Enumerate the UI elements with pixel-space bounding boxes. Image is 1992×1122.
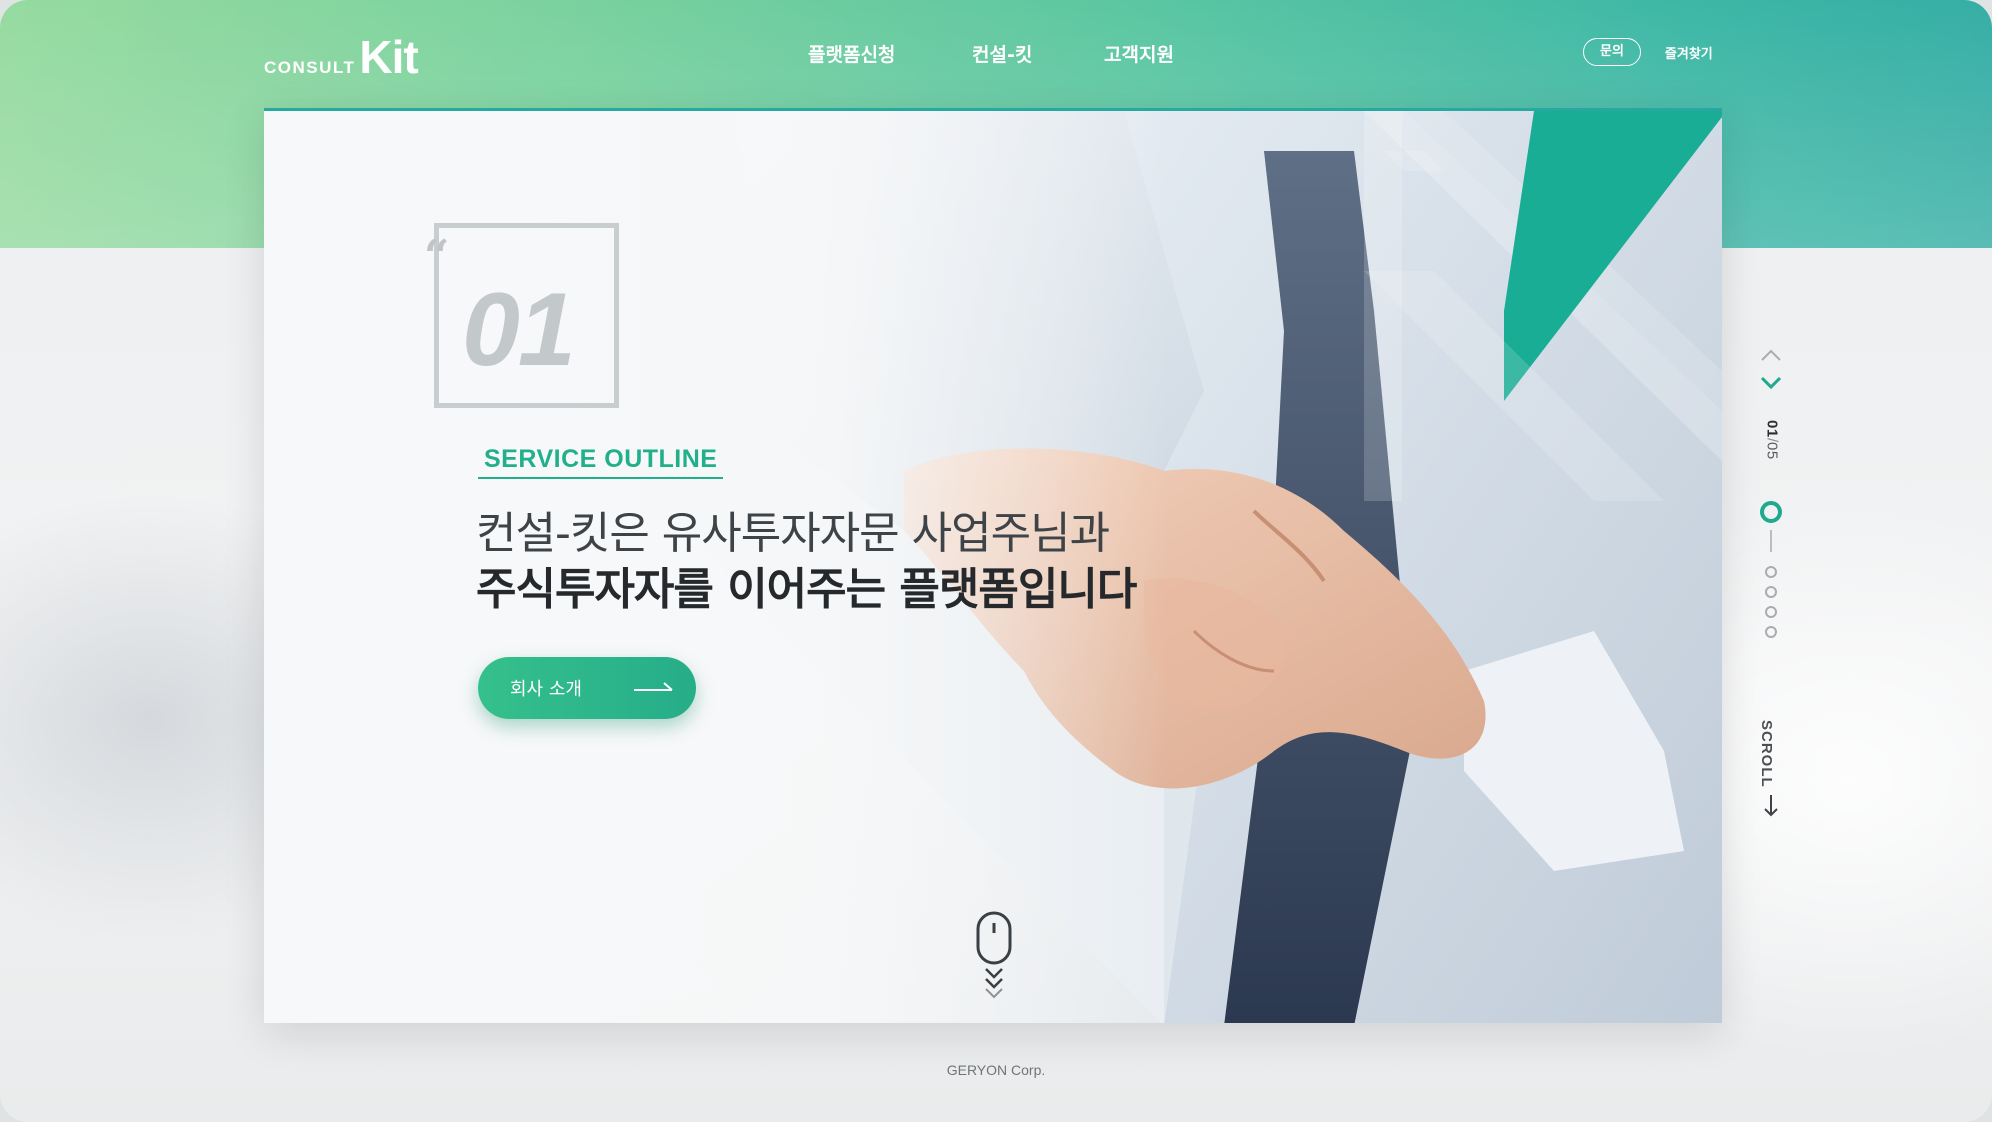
pagination-dot[interactable] xyxy=(1765,626,1777,638)
long-arrow-right-icon xyxy=(634,682,673,691)
page: CONSULT Kit 플랫폼신청 컨설-킷 고객지원 문의 즐겨찾기 “ 01… xyxy=(0,0,1992,1122)
chevron-up-icon[interactable] xyxy=(1760,348,1782,362)
company-intro-button[interactable]: 회사 소개 xyxy=(478,657,696,719)
utility-links: 문의 즐겨찾기 xyxy=(1583,38,1713,66)
scroll-label: SCROLL xyxy=(1758,720,1775,788)
service-outline-label: SERVICE OUTLINE xyxy=(478,445,724,479)
slide-counter: 01 / 05 xyxy=(1757,410,1787,470)
company-intro-label: 회사 소개 xyxy=(510,679,582,700)
arrow-down-icon xyxy=(1764,795,1778,817)
chevron-down-icon[interactable] xyxy=(1760,375,1782,391)
nav-item-customer-support[interactable]: 고객지원 xyxy=(1104,40,1174,67)
nav-item-consult-kit[interactable]: 컨설-킷 xyxy=(972,40,1032,67)
quote-icon: “ xyxy=(424,231,450,282)
logo[interactable]: CONSULT Kit xyxy=(264,30,419,83)
mouse-scroll-icon[interactable] xyxy=(974,911,1014,1001)
logo-text-small: CONSULT xyxy=(264,58,356,77)
nav-item-platform-apply[interactable]: 플랫폼신청 xyxy=(808,40,895,67)
pagination-dot[interactable] xyxy=(1765,586,1777,598)
hero-headline-line1: 컨설-킷은 유사투자자문 사업주님과 xyxy=(476,508,1110,559)
inquiry-button[interactable]: 문의 xyxy=(1583,38,1641,66)
slide-counter-current: 01 xyxy=(1763,419,1781,438)
hero-headline-line2: 주식투자자를 이어주는 플랫폼입니다 xyxy=(476,564,1137,615)
pagination-dot[interactable] xyxy=(1765,606,1777,618)
favorite-link[interactable]: 즐겨찾기 xyxy=(1665,43,1713,62)
slide-pagination xyxy=(1760,501,1782,638)
pagination-dot[interactable] xyxy=(1765,566,1777,578)
slide-counter-total: 05 xyxy=(1763,442,1781,461)
logo-text-large: Kit xyxy=(359,31,418,83)
pagination-dot-active[interactable] xyxy=(1760,501,1782,523)
slide-number: 01 xyxy=(462,272,576,388)
footer-copyright: GERYON Corp. xyxy=(946,1062,1046,1078)
hero-slide: “ 01 SERVICE OUTLINE 컨설-킷은 유사투자자문 사업주님과 … xyxy=(264,108,1722,1023)
